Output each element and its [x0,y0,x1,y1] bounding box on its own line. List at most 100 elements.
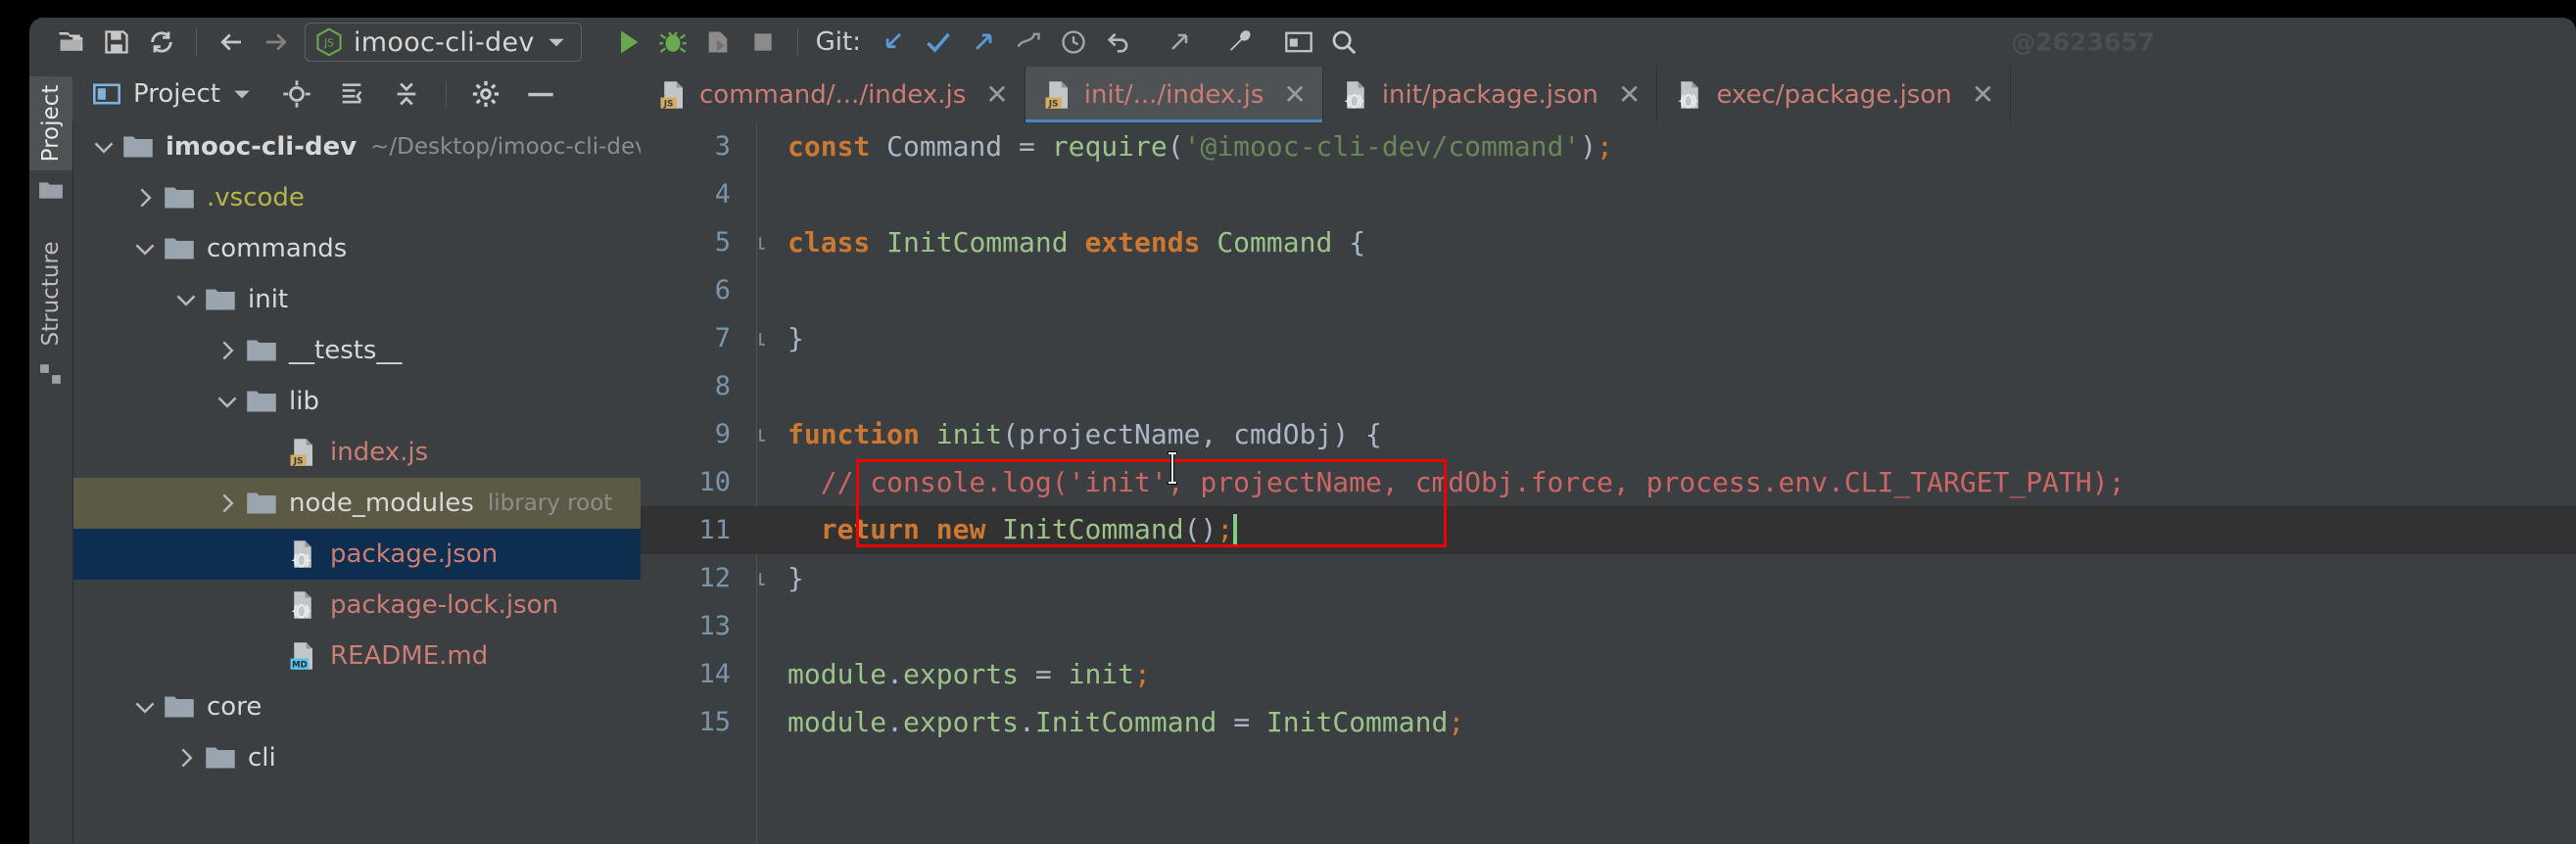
code-text: const Command = require('@imooc-cli-dev/… [787,130,1613,163]
code-text: } [787,322,804,354]
history-icon[interactable] [1051,20,1096,65]
undo-icon[interactable] [1096,20,1141,65]
nodejs-icon: JS [316,27,342,57]
tree-row-core[interactable]: core [73,681,641,732]
collapse-all-icon[interactable] [385,72,428,116]
run-icon[interactable] [605,20,650,65]
toolbar-divider-1 [196,28,197,56]
forward-arrow-icon[interactable] [254,20,299,65]
tree-row-commands[interactable]: commands [73,223,641,274]
gear-icon[interactable] [464,72,507,116]
shelve-changes-icon[interactable] [1006,20,1051,65]
tree-row-package-json[interactable]: package.json [73,529,641,580]
watermark: @2623657 [2011,27,2155,57]
tree-row--vscode[interactable]: .vscode [73,172,641,223]
close-icon[interactable]: ✕ [1972,80,1994,109]
jump-icon[interactable] [1157,20,1202,65]
structure-tab-label: Structure [38,241,64,347]
commit-icon[interactable] [916,20,961,65]
svg-text:JS: JS [323,38,334,50]
tree-item-label: imooc-cli-dev [166,132,358,162]
tree-expand-arrow[interactable] [128,699,162,715]
back-arrow-icon[interactable] [209,20,254,65]
sync-icon[interactable] [139,20,184,65]
code-line[interactable]: 10 // console.log('init', projectName, c… [641,458,2576,506]
save-icon[interactable] [94,20,139,65]
tree-expand-arrow[interactable] [211,340,244,361]
debug-icon[interactable] [650,20,695,65]
code-line[interactable]: 14 module.exports = init; [641,650,2576,698]
tree-expand-arrow[interactable] [169,292,203,307]
locate-icon[interactable] [275,72,318,116]
editor-tab-command-index-js[interactable]: JS command/.../index.js ✕ [641,67,1026,122]
code-line[interactable]: 8 [641,362,2576,410]
editor-tab-exec-package-json[interactable]: exec/package.json ✕ [1657,67,2012,122]
close-icon[interactable]: ✕ [985,80,1008,109]
code-fold-marker[interactable] [758,571,774,586]
folder-icon [120,132,156,162]
editor-tab-init-index-js[interactable]: JS init/.../index.js ✕ [1025,67,1323,123]
tree-expand-arrow[interactable] [169,747,203,769]
push-icon[interactable] [961,20,1006,65]
tree-row-init[interactable]: init [73,274,641,325]
code-line[interactable]: 7} [641,314,2576,362]
code-line[interactable]: 6 [641,266,2576,314]
tree-row-index-js[interactable]: JS index.js [73,427,641,478]
tree-expand-arrow[interactable] [128,187,162,209]
code-line[interactable]: 9 function init(projectName, cmdObj) { [641,410,2576,458]
folder-icon[interactable] [37,176,65,204]
search-everywhere-icon[interactable] [1321,20,1366,65]
run-configuration-chip[interactable]: JS imooc-cli-dev [305,23,582,62]
open-folder-icon[interactable] [49,20,94,65]
stop-icon[interactable] [740,20,786,65]
line-number: 10 [698,467,731,497]
chevron-down-icon [135,702,155,714]
tree-row-package-lock-json[interactable]: package-lock.json [73,580,641,631]
wrench-icon[interactable] [1217,20,1263,65]
tree-row--tests-[interactable]: __tests__ [73,325,641,376]
expand-all-icon[interactable] [330,72,373,116]
structure-icon[interactable] [37,360,65,388]
code-text: // console.log('init', projectName, cmdO… [787,466,2125,498]
git-label: Git: [815,27,861,57]
text-caret [1233,514,1238,547]
json-icon [285,539,320,569]
code-line[interactable]: 3 const Command = require('@imooc-cli-dev… [641,122,2576,170]
code-fold-marker[interactable] [758,235,774,251]
code-line[interactable]: 12} [641,554,2576,602]
tree-item-label: package.json [330,539,499,569]
sidebar-item-project[interactable]: Project [29,76,72,170]
editor-tab-init-package-json[interactable]: init/package.json ✕ [1323,67,1658,122]
chevron-down-icon [135,244,155,256]
tree-row-cli[interactable]: cli [73,732,641,783]
tree-expand-arrow[interactable] [128,241,162,257]
close-icon[interactable]: ✕ [1618,80,1641,109]
tree-row-imooc-cli-dev[interactable]: imooc-cli-dev ~/Desktop/imooc-cli-dev [73,121,641,172]
hide-panel-icon[interactable] [519,72,562,116]
sidebar-item-structure[interactable]: Structure [29,242,72,347]
close-icon[interactable]: ✕ [1283,80,1306,109]
code-line[interactable]: 11 return new InitCommand(); [641,506,2576,554]
tree-expand-arrow[interactable] [211,394,244,409]
terminal-icon[interactable] [1276,20,1321,65]
project-tree[interactable]: imooc-cli-dev ~/Desktop/imooc-cli-dev .vsc… [73,121,641,844]
line-number: 12 [698,563,731,593]
tree-row-lib[interactable]: lib [73,376,641,427]
js-file-icon: JS [290,439,312,467]
code-line[interactable]: 4 [641,170,2576,218]
run-with-coverage-icon[interactable] [695,20,740,65]
tree-item-label: index.js [330,438,429,467]
code-fold-marker[interactable] [758,331,774,347]
code-editor[interactable]: 3 const Command = require('@imooc-cli-dev… [641,122,2576,844]
tree-row-readme-md[interactable]: MD README.md [73,631,641,681]
tree-row-node-modules[interactable]: node_modules library root [73,478,641,529]
update-project-icon[interactable] [871,20,916,65]
chevron-down-icon[interactable] [232,86,252,102]
code-fold-marker[interactable] [758,427,774,443]
code-line[interactable]: 15 module.exports.InitCommand = InitComma… [641,698,2576,746]
tree-expand-arrow[interactable] [211,492,244,514]
tree-expand-arrow[interactable] [87,139,120,155]
chevron-right-icon [181,748,193,768]
code-line[interactable]: 13 [641,602,2576,650]
code-line[interactable]: 5 class InitCommand extends Command { [641,218,2576,266]
